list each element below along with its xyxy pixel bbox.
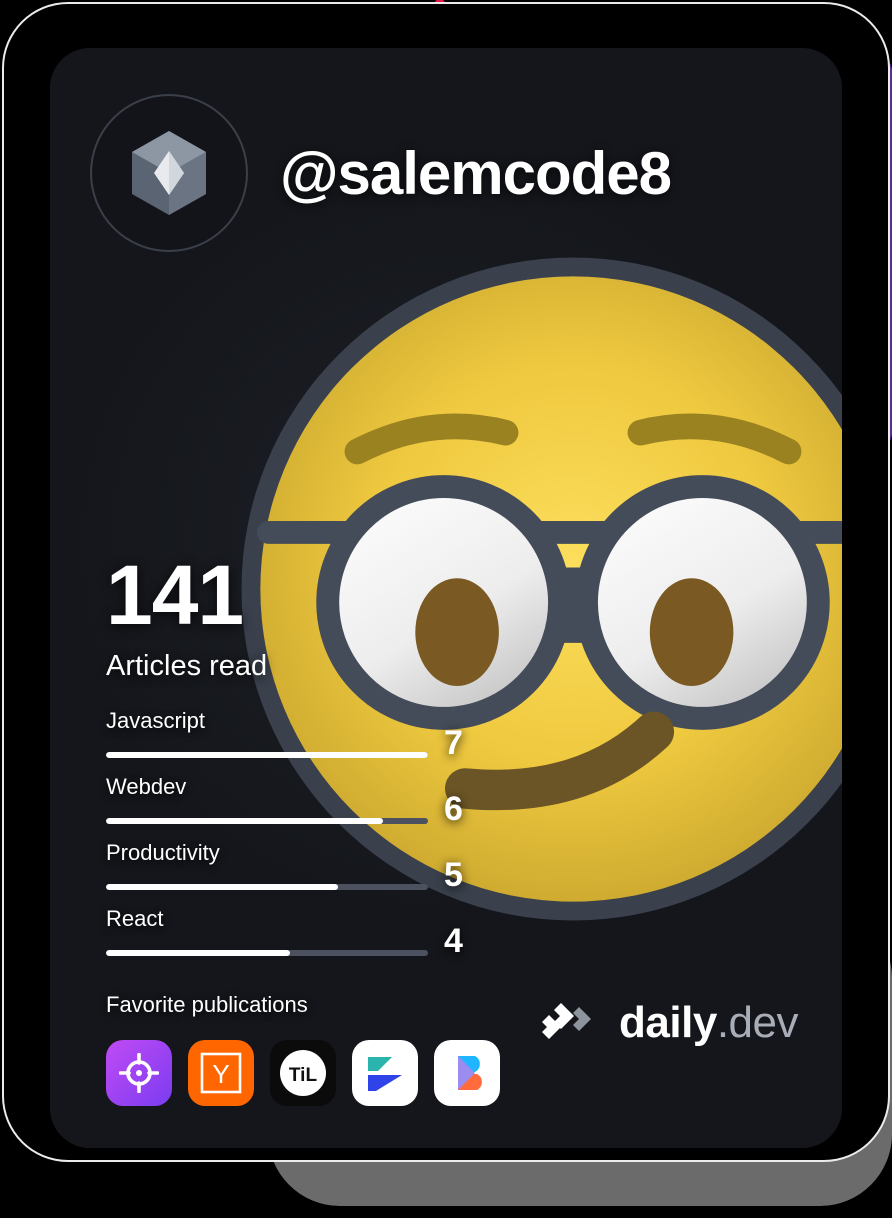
crosshair-target-icon <box>119 1053 159 1093</box>
publication-icon-play-banner[interactable] <box>352 1040 418 1106</box>
favorite-publications-title: Favorite publications <box>106 992 308 1017</box>
tag-value: 4 <box>444 922 463 960</box>
favorite-publications-row: Y TiL <box>106 1040 500 1106</box>
play-arrow-banner-icon <box>368 1057 402 1091</box>
publication-icon-b-prism[interactable] <box>434 1040 500 1106</box>
tag-row: Productivity 5 <box>106 840 466 906</box>
til-circle-icon: TiL <box>280 1050 326 1096</box>
daily-dev-chevron-logo-icon <box>542 1003 592 1039</box>
tag-name: Webdev <box>106 774 187 799</box>
profile-card-stage: @salemcode8 141 Articles read Javascript… <box>0 0 892 1218</box>
tag-value: 5 <box>444 856 463 894</box>
publication-icon-hacker-news[interactable]: Y <box>188 1040 254 1106</box>
tag-name: Productivity <box>106 840 220 865</box>
tag-row: Javascript 7 <box>106 708 466 774</box>
avatar[interactable] <box>90 94 248 252</box>
tag-progress-track <box>106 818 428 824</box>
tag-progress-fill <box>106 950 290 956</box>
tag-progress-fill <box>106 884 338 890</box>
card-header: @salemcode8 <box>90 94 672 252</box>
username: @salemcode8 <box>280 139 672 207</box>
hacker-news-y-icon: Y <box>200 1052 242 1094</box>
brand-tld-text: .dev <box>716 998 799 1047</box>
svg-text:Y: Y <box>212 1059 229 1089</box>
tag-progress-fill <box>106 752 428 758</box>
tag-progress-fill <box>106 818 383 824</box>
tag-name: Javascript <box>106 708 206 733</box>
tag-name: React <box>106 906 164 931</box>
b-letter-prism-icon <box>458 1056 482 1090</box>
daily-dev-hexagon-avatar-icon <box>132 131 206 215</box>
publication-icon-til[interactable]: TiL <box>270 1040 336 1106</box>
daily-dev-brand: daily.dev <box>541 998 799 1048</box>
articles-read-stat: 141 Articles read <box>106 548 268 683</box>
devcard: @salemcode8 141 Articles read Javascript… <box>50 48 842 1148</box>
articles-read-label: Articles read <box>106 649 268 682</box>
tag-progress-track <box>106 884 428 890</box>
publication-icon-crosshair[interactable] <box>106 1040 172 1106</box>
articles-read-count: 141 <box>106 548 244 642</box>
brand-wordmark: daily.dev <box>619 998 798 1048</box>
tag-progress-track <box>106 950 428 956</box>
brand-name-text: daily <box>619 998 717 1047</box>
tag-row: React 4 <box>106 906 466 972</box>
tag-row: Webdev 6 <box>106 774 466 840</box>
tag-value: 6 <box>444 790 463 828</box>
tag-progress-track <box>106 752 428 758</box>
svg-text:TiL: TiL <box>289 1065 318 1086</box>
favorite-publications-section: Favorite publications Y TiL <box>106 992 500 1106</box>
top-tags-list: Javascript 7 Webdev 6 Productivity 5 Rea… <box>106 708 466 972</box>
tag-value: 7 <box>444 724 463 762</box>
